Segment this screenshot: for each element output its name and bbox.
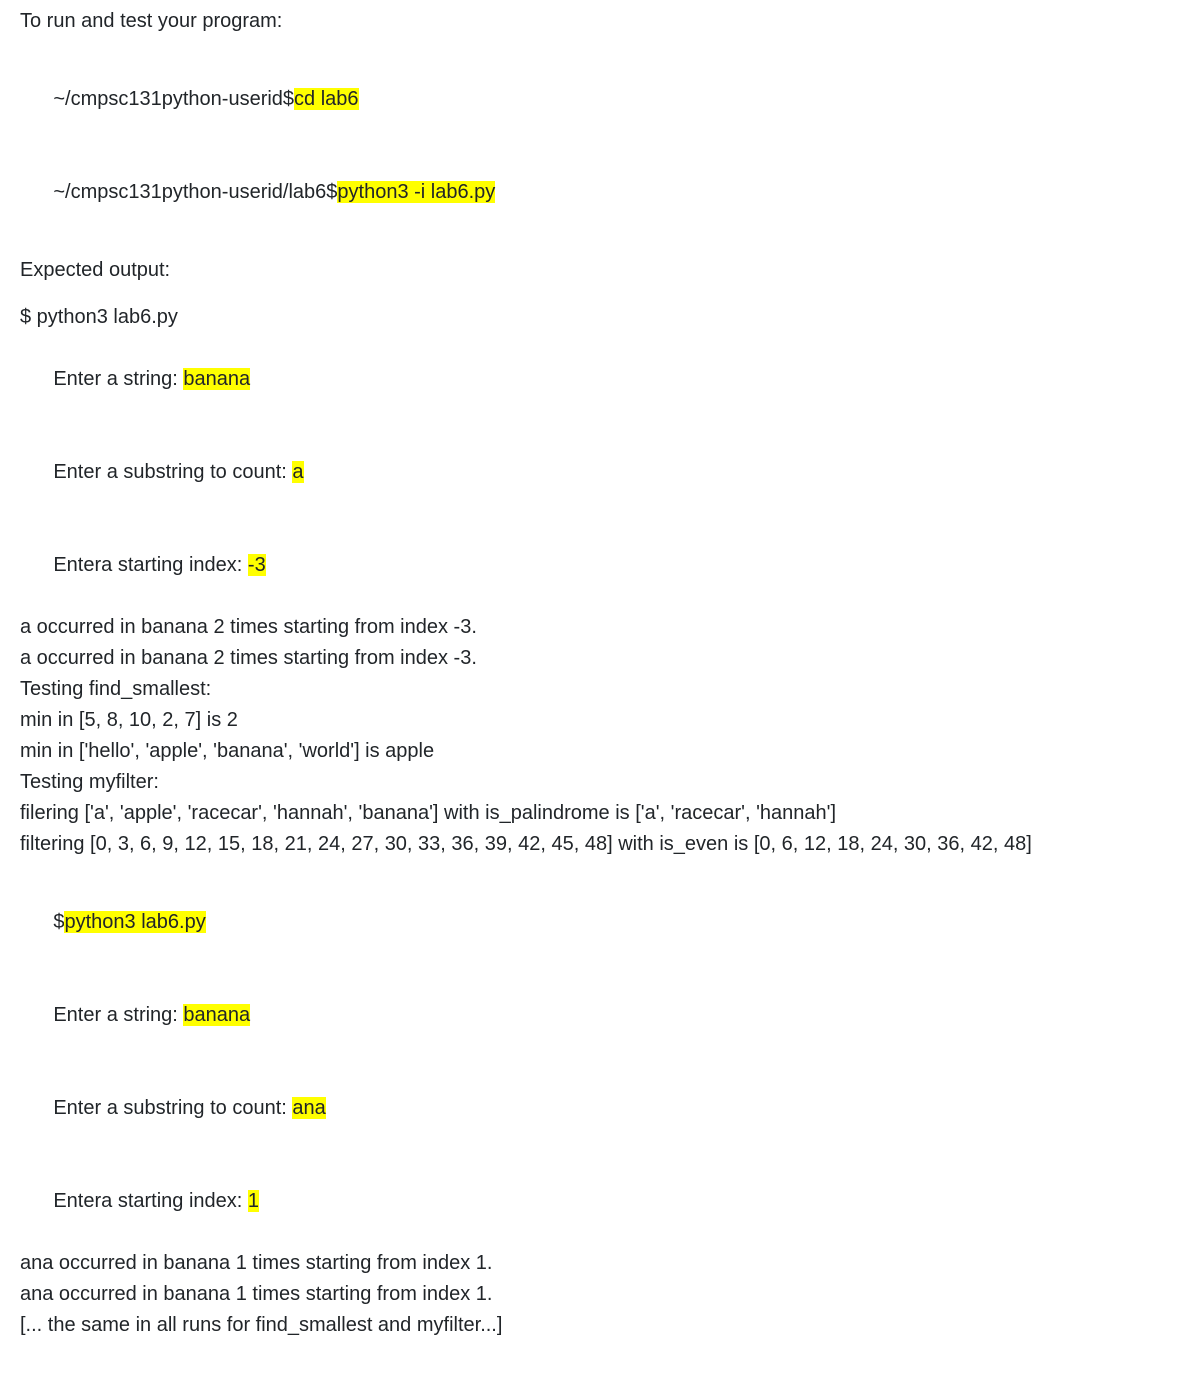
user-input: a — [292, 461, 303, 483]
output-line: a occurred in banana 2 times starting fr… — [20, 612, 1182, 643]
prompt-label: Enter a string: — [53, 1004, 183, 1026]
input-line: Enter a string: banana — [20, 969, 1182, 1062]
output-line: ana occurred in banana 1 times starting … — [20, 1279, 1182, 1310]
user-input: -3 — [248, 554, 266, 576]
output-line: [... the same in all runs for find_small… — [20, 1310, 1182, 1341]
expected-output-label: Expected output: — [20, 255, 1182, 286]
prompt-label: Entera starting index: — [53, 1190, 248, 1212]
command-line-1: ~/cmpsc131python-userid$cd lab6 — [20, 53, 1182, 146]
output-line: Testing myfilter: — [20, 767, 1182, 798]
run-1-output: $ python3 lab6.py Enter a string: banana… — [20, 302, 1182, 860]
command-text: cd lab6 — [294, 88, 359, 110]
command-block: ~/cmpsc131python-userid$cd lab6 ~/cmpsc1… — [20, 53, 1182, 239]
prompt-text: ~/cmpsc131python-userid$ — [53, 88, 294, 110]
output-line: ana occurred in banana 1 times starting … — [20, 1248, 1182, 1279]
input-line: Enter a substring to count: ana — [20, 1062, 1182, 1155]
output-line: min in [5, 8, 10, 2, 7] is 2 — [20, 705, 1182, 736]
output-line: filtering [0, 3, 6, 9, 12, 15, 18, 21, 2… — [20, 829, 1182, 860]
input-line: Entera starting index: 1 — [20, 1155, 1182, 1248]
document-page: To run and test your program: ~/cmpsc131… — [0, 0, 1200, 1381]
prompt-symbol: $ — [53, 911, 64, 933]
output-line: Testing find_smallest: — [20, 674, 1182, 705]
user-input: banana — [183, 1004, 250, 1026]
intro-text: To run and test your program: — [20, 6, 1182, 37]
input-line: Enter a substring to count: a — [20, 426, 1182, 519]
command-text: python3 lab6.py — [64, 911, 205, 933]
prompt-label: Enter a string: — [53, 368, 183, 390]
output-line: filering ['a', 'apple', 'racecar', 'hann… — [20, 798, 1182, 829]
user-input: ana — [292, 1097, 325, 1119]
prompt-label: Enter a substring to count: — [53, 1097, 292, 1119]
user-input: 1 — [248, 1190, 259, 1212]
output-line: a occurred in banana 2 times starting fr… — [20, 643, 1182, 674]
command-line-2: ~/cmpsc131python-userid/lab6$python3 -i … — [20, 146, 1182, 239]
prompt-text: ~/cmpsc131python-userid/lab6$ — [53, 181, 337, 203]
input-line: Enter a string: banana — [20, 333, 1182, 426]
input-line: Entera starting index: -3 — [20, 519, 1182, 612]
invoke-line: $ python3 lab6.py — [20, 302, 1182, 333]
command-text: python3 -i lab6.py — [337, 181, 495, 203]
prompt-label: Entera starting index: — [53, 554, 248, 576]
run-2-output: $python3 lab6.py Enter a string: banana … — [20, 876, 1182, 1341]
invoke-line: $python3 lab6.py — [20, 876, 1182, 969]
user-input: banana — [183, 368, 250, 390]
output-line: min in ['hello', 'apple', 'banana', 'wor… — [20, 736, 1182, 767]
prompt-label: Enter a substring to count: — [53, 461, 292, 483]
